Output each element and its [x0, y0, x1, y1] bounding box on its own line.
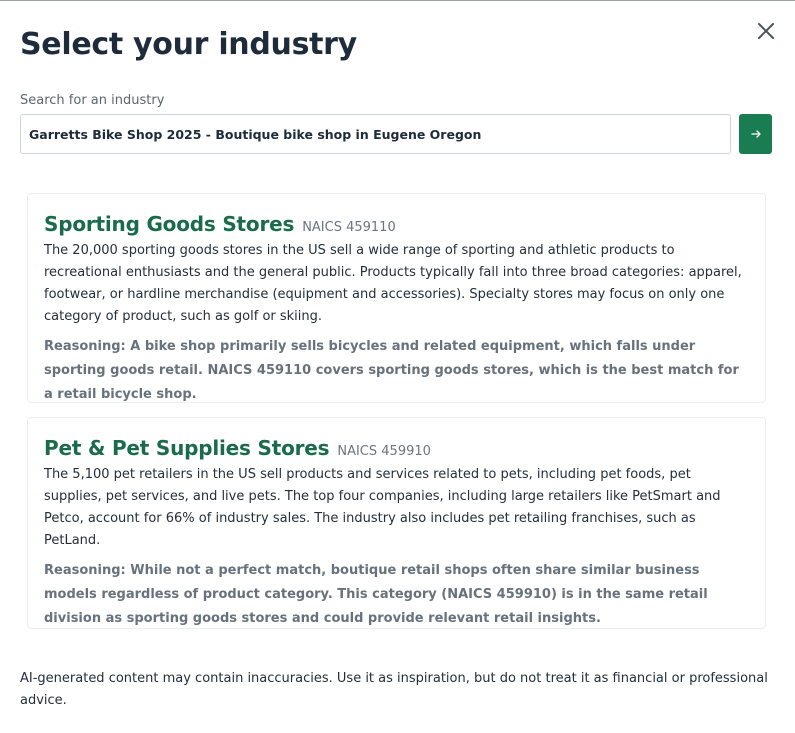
result-title[interactable]: Sporting Goods Stores: [44, 212, 294, 236]
industry-result-card[interactable]: Sporting Goods Stores NAICS 459110 The 2…: [27, 193, 766, 403]
result-reasoning: Reasoning: While not a perfect match, bo…: [44, 563, 708, 626]
search-submit-button[interactable]: [739, 114, 772, 154]
result-title[interactable]: Pet & Pet Supplies Stores: [44, 436, 330, 460]
modal-title: Select your industry: [20, 27, 357, 62]
naics-code: NAICS 459910: [337, 444, 431, 459]
result-header: Pet & Pet Supplies Stores NAICS 459910: [44, 436, 749, 460]
search-label: Search for an industry: [20, 93, 165, 108]
industry-modal: Select your industry Search for an indus…: [0, 1, 795, 733]
close-button[interactable]: [754, 19, 778, 43]
naics-code: NAICS 459110: [302, 220, 396, 235]
result-description: The 5,100 pet retailers in the US sell p…: [44, 467, 721, 548]
industry-result-card[interactable]: Pet & Pet Supplies Stores NAICS 459910 T…: [27, 417, 766, 629]
ai-disclaimer: AI-generated content may contain inaccur…: [20, 671, 768, 708]
close-icon: [758, 23, 774, 39]
industry-search-input[interactable]: [20, 114, 731, 154]
result-reasoning: Reasoning: A bike shop primarily sells b…: [44, 339, 739, 402]
result-header: Sporting Goods Stores NAICS 459110: [44, 212, 749, 236]
arrow-right-icon: [750, 130, 761, 138]
result-description: The 20,000 sporting goods stores in the …: [44, 243, 742, 324]
